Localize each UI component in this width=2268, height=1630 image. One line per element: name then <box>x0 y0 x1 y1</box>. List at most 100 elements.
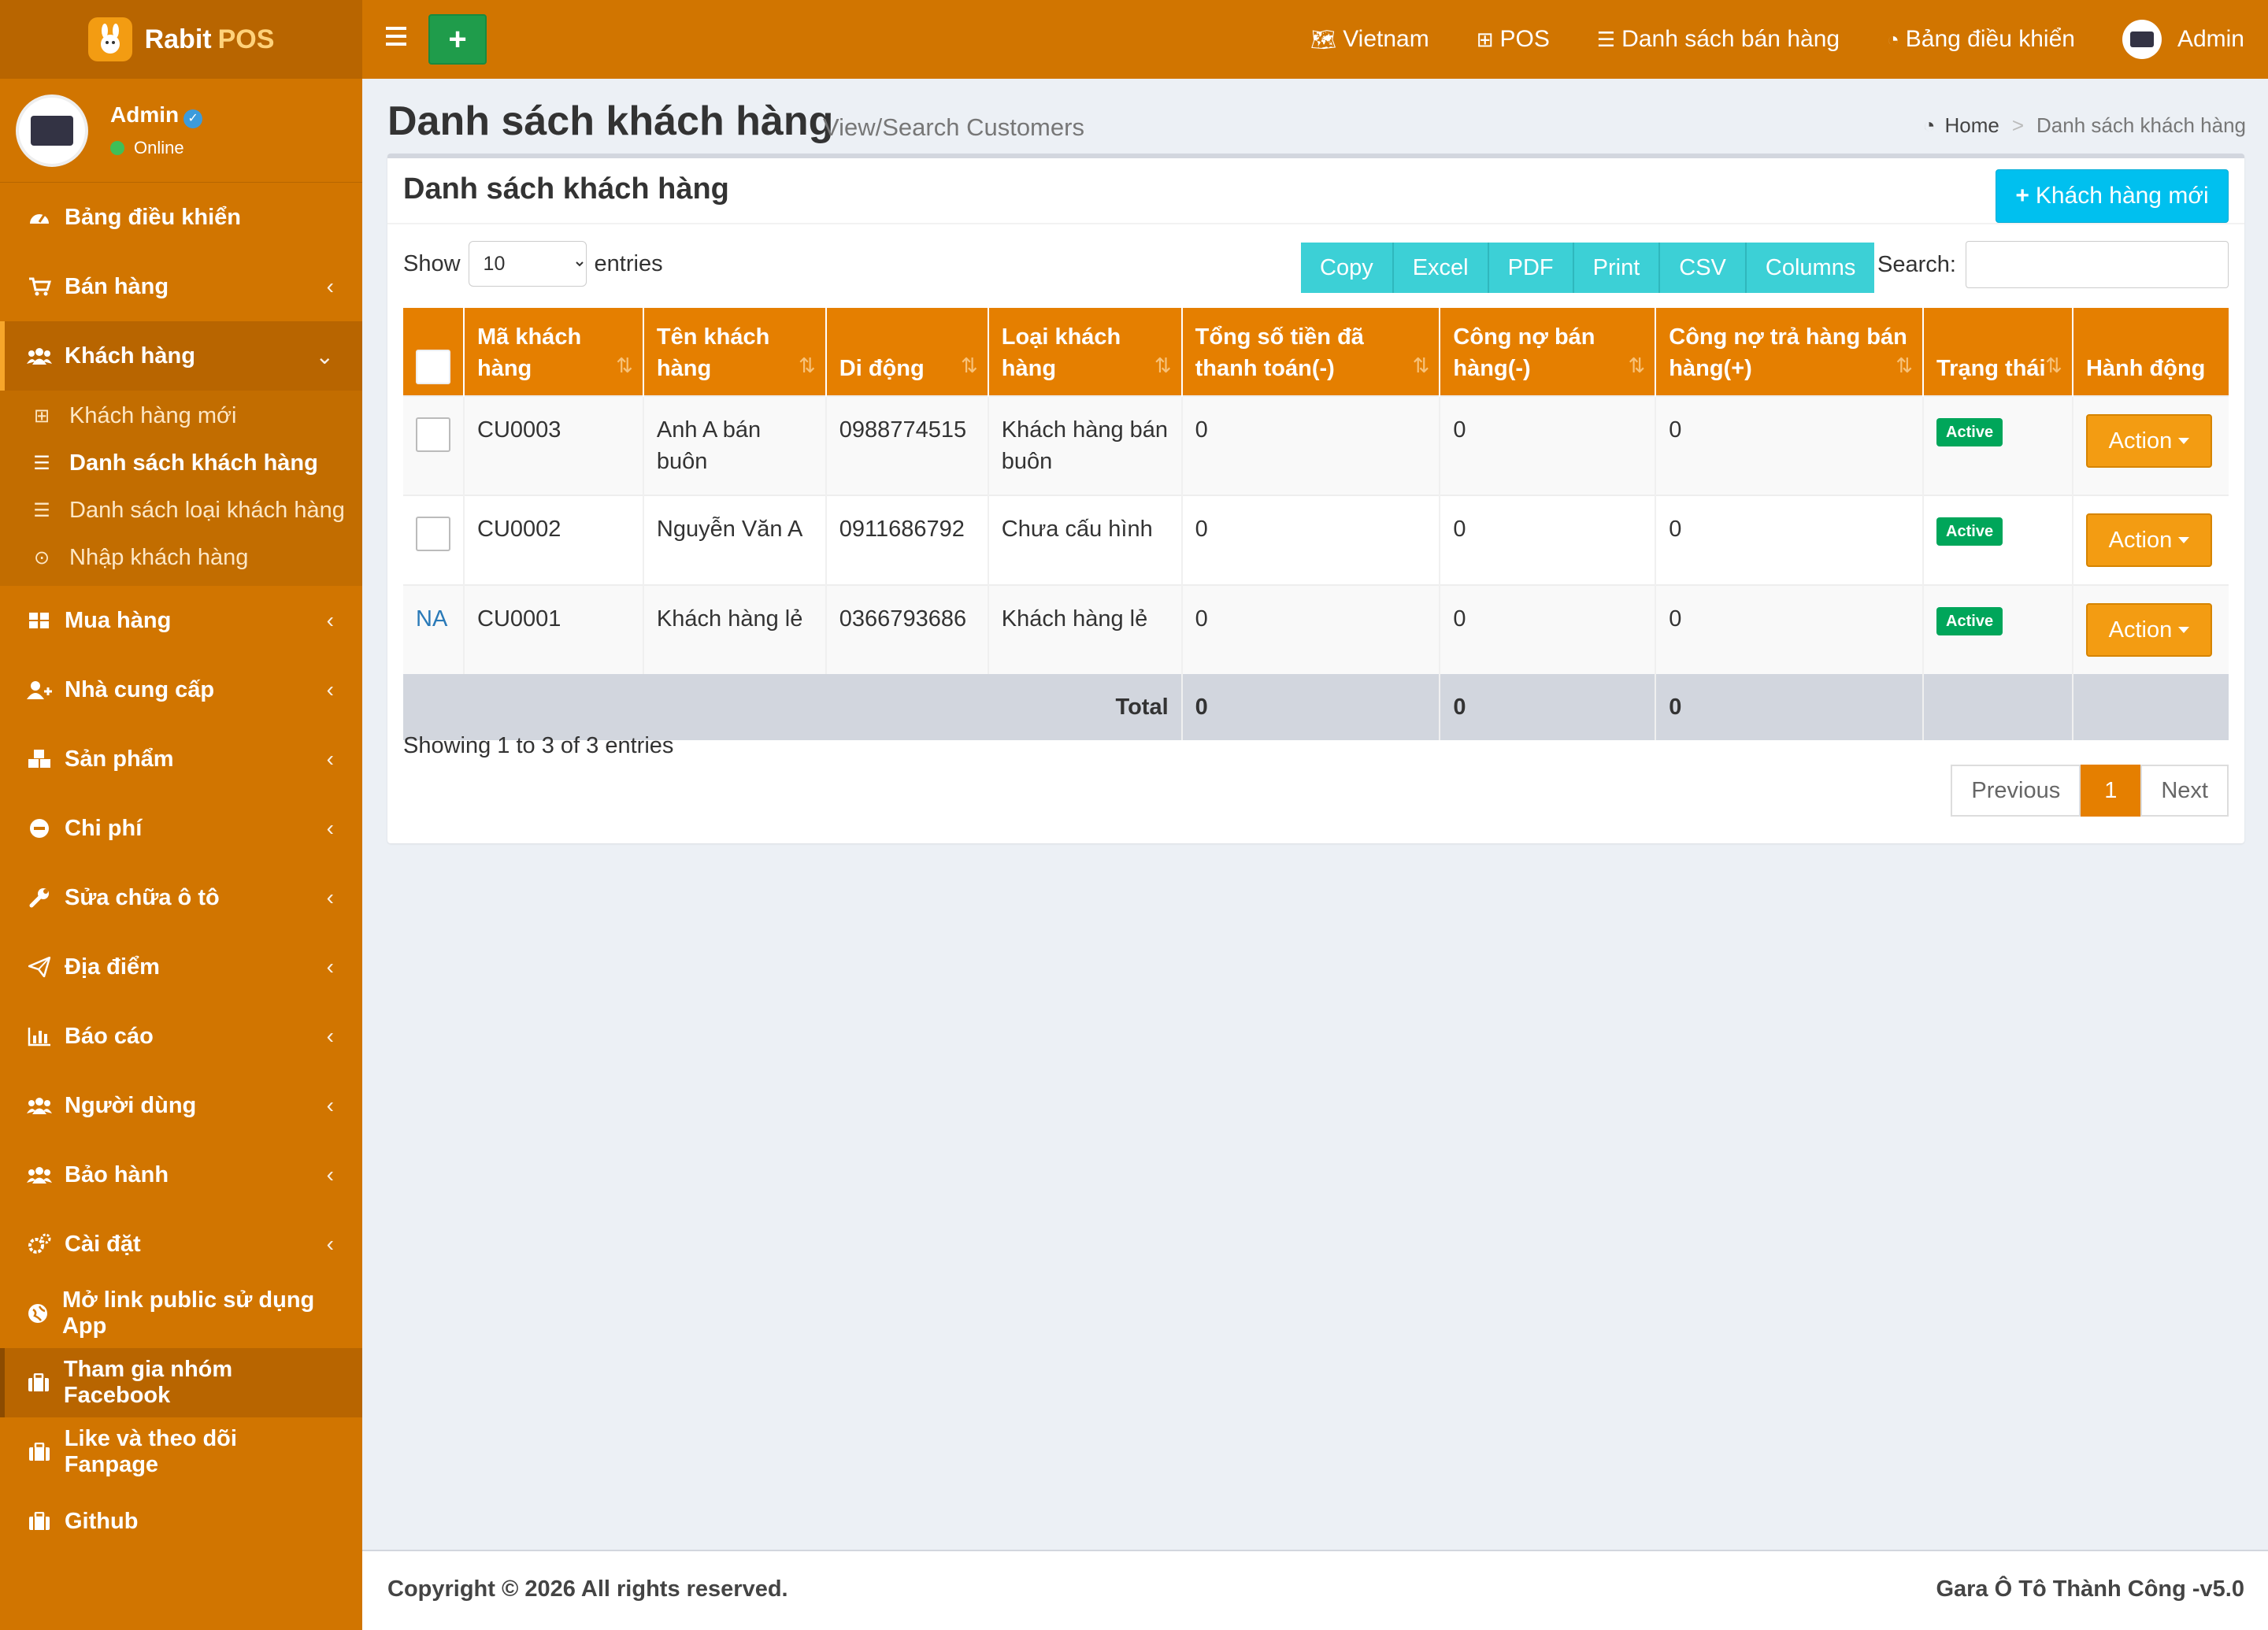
search-input[interactable] <box>1966 241 2229 288</box>
sidebar-item-users[interactable]: Người dùng ‹ <box>0 1071 362 1140</box>
row-select-cell <box>403 395 465 495</box>
pdf-button[interactable]: PDF <box>1488 243 1574 293</box>
submenu-item-customer-list[interactable]: ☰ Danh sách khách hàng <box>0 439 362 487</box>
top-nav-user-menu[interactable]: Admin <box>2122 20 2244 59</box>
table-row: CU0003 Anh A bán buôn 0988774515 Khách h… <box>403 395 2229 495</box>
sidebar-item-products[interactable]: Sản phẩm ‹ <box>0 724 362 794</box>
column-header-return-due[interactable]: Công nợ trả hàng bán hàng(+) ⇅ <box>1655 308 1925 396</box>
menu-toggle-icon[interactable] <box>386 27 406 50</box>
sidebar-item-sales[interactable]: Bán hàng ‹ <box>0 252 362 321</box>
column-header-label: Hành động <box>2085 356 2206 381</box>
minus-circle-icon <box>27 816 52 841</box>
sidebar-item-purchases[interactable]: Mua hàng ‹ <box>0 586 362 655</box>
action-dropdown-button[interactable]: Action <box>2085 414 2212 468</box>
sidebar-item-label: Bảng điều khiển <box>65 204 241 230</box>
top-nav-sales-list[interactable]: ☰ Danh sách bán hàng <box>1597 26 1840 53</box>
page-1-button[interactable]: 1 <box>2081 765 2141 817</box>
page-subtitle: View/Search Customers <box>823 113 1084 141</box>
chevron-left-icon: ‹ <box>326 608 334 632</box>
user-panel: Admin ✓ Online <box>0 79 362 183</box>
dashboard-icon: ◔ <box>1887 27 1899 51</box>
sidebar-item-github[interactable]: Github <box>0 1487 362 1556</box>
copy-button[interactable]: Copy <box>1301 243 1394 293</box>
excel-button[interactable]: Excel <box>1393 243 1489 293</box>
action-button-label: Action <box>2108 528 2173 553</box>
column-header-name[interactable]: Tên khách hàng ⇅ <box>643 308 827 396</box>
sidebar-item-locations[interactable]: Địa điểm ‹ <box>0 932 362 1002</box>
action-dropdown-button[interactable]: Action <box>2085 603 2212 657</box>
customer-type: Chưa cấu hình <box>988 495 1183 585</box>
sidebar-item-warranty[interactable]: Bảo hành ‹ <box>0 1140 362 1210</box>
total-sale-due: 0 <box>1440 674 1657 740</box>
action-button-label: Action <box>2108 428 2173 454</box>
previous-page-button[interactable]: Previous <box>1951 765 2081 817</box>
sidebar-item-car-repair[interactable]: Sửa chữa ô tô ‹ <box>0 863 362 932</box>
submenu-item-import-customers[interactable]: ⊙ Nhập khách hàng <box>0 534 362 581</box>
submenu-item-customer-type-list[interactable]: ☰ Danh sách loại khách hàng <box>0 487 362 534</box>
sidebar-item-dashboard[interactable]: Bảng điều khiển <box>0 183 362 252</box>
sort-icon: ⇅ <box>1628 354 1646 377</box>
customer-code: CU0001 <box>464 584 644 674</box>
sidebar-item-suppliers[interactable]: Nhà cung cấp ‹ <box>0 655 362 724</box>
column-header-phone[interactable]: Di động ⇅ <box>825 308 989 396</box>
sidebar-item-label: Chi phí <box>65 815 143 841</box>
print-button[interactable]: Print <box>1573 243 1661 293</box>
breadcrumb-home[interactable]: Home <box>1944 113 1999 138</box>
briefcase-icon <box>27 1439 52 1465</box>
action-dropdown-button[interactable]: Action <box>2085 513 2212 567</box>
column-header-paid[interactable]: Tổng số tiền đã thanh toán(-) ⇅ <box>1181 308 1441 396</box>
customer-status-cell: Active <box>1923 395 2073 495</box>
list-icon: ☰ <box>33 452 50 474</box>
next-page-button[interactable]: Next <box>2140 765 2229 817</box>
online-dot-icon <box>110 140 124 155</box>
column-header-label: Trạng thái <box>1936 356 2046 381</box>
sidebar-item-facebook-group[interactable]: Tham gia nhóm Facebook <box>0 1348 362 1417</box>
sidebar-item-reports[interactable]: Báo cáo ‹ <box>0 1002 362 1071</box>
new-customer-button-label: Khách hàng mới <box>2035 183 2209 209</box>
top-nav-dashboard[interactable]: ◔ Bảng điều khiển <box>1887 26 2075 53</box>
top-nav-user-label: Admin <box>2177 26 2244 52</box>
rabbit-logo-icon <box>87 17 132 61</box>
sidebar-item-public-link[interactable]: Mở link public sử dụng App <box>0 1279 362 1348</box>
customer-return-due: 0 <box>1655 495 1925 585</box>
language-icon: 🗺 <box>1310 27 1337 51</box>
column-header-type[interactable]: Loại khách hàng ⇅ <box>988 308 1183 396</box>
row-checkbox[interactable] <box>416 517 450 551</box>
column-header-code[interactable]: Mã khách hàng ⇅ <box>464 308 644 396</box>
grid-icon <box>27 608 52 633</box>
customer-paid: 0 <box>1181 495 1441 585</box>
column-header-actions: Hành động <box>2072 308 2229 396</box>
new-customer-button[interactable]: + Khách hàng mới <box>1996 169 2229 223</box>
avatar <box>16 94 88 167</box>
column-header-label: Tên khách hàng <box>656 324 770 381</box>
row-checkbox[interactable] <box>416 417 450 452</box>
copyright-text: Copyright © 2026 All rights reserved. <box>387 1576 788 1602</box>
chevron-left-icon: ‹ <box>326 816 334 840</box>
column-header-sale-due[interactable]: Công nợ bán hàng(-) ⇅ <box>1440 308 1657 396</box>
top-nav-language[interactable]: 🗺 Vietnam <box>1310 26 1429 53</box>
sidebar-item-customers[interactable]: Khách hàng ⌄ <box>0 321 362 391</box>
top-nav-label: POS <box>1499 26 1550 52</box>
total-return-due: 0 <box>1655 674 1925 740</box>
sidebar-item-fanpage[interactable]: Like và theo dõi Fanpage <box>0 1417 362 1487</box>
customer-code: CU0003 <box>464 395 644 495</box>
total-empty-cell <box>1923 674 2073 740</box>
quick-add-button[interactable]: + <box>428 14 487 65</box>
submenu-item-label: Danh sách loại khách hàng <box>69 497 345 523</box>
column-header-label: Di động <box>839 356 925 381</box>
table-row: NA CU0001 Khách hàng lẻ 0366793686 Khách… <box>403 584 2229 674</box>
select-all-checkbox[interactable] <box>416 350 450 384</box>
csv-button[interactable]: CSV <box>1660 243 1747 293</box>
customer-list-box: Danh sách khách hàng + Khách hàng mới Sho… <box>387 154 2244 843</box>
sidebar-item-label: Tham gia nhóm Facebook <box>63 1357 233 1408</box>
brand-logo[interactable]: Rabit POS <box>0 0 362 79</box>
top-nav-pos[interactable]: ⊞ POS <box>1477 26 1550 53</box>
submenu-item-new-customer[interactable]: ⊞ Khách hàng mới <box>0 392 362 439</box>
columns-button[interactable]: Columns <box>1746 243 1875 293</box>
plus-icon: + <box>448 21 467 57</box>
page-length-select[interactable]: 10 25 50 100 <box>468 241 587 287</box>
column-header-status[interactable]: Trạng thái ⇅ <box>1923 308 2073 396</box>
sidebar-item-settings[interactable]: Cài đặt ‹ <box>0 1210 362 1279</box>
customer-phone: 0911686792 <box>825 495 989 585</box>
sidebar-item-expenses[interactable]: Chi phí ‹ <box>0 794 362 863</box>
